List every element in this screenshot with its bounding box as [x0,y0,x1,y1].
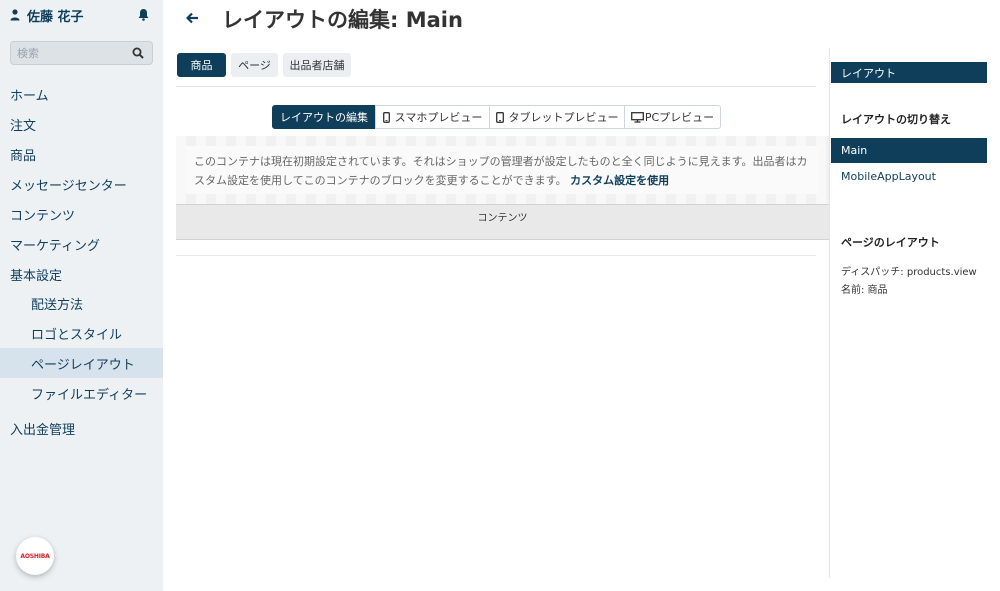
back-arrow-icon[interactable] [186,11,200,25]
phone-preview-button[interactable]: スマホプレビュー [375,105,490,129]
sidebar-item-payouts[interactable]: 入出金管理 [0,413,163,443]
user-menu[interactable]: 佐藤 花子 [10,6,153,25]
layout-switch-title: レイアウトの切り替え [841,113,951,126]
page-layout-title: ページのレイアウト [841,236,940,249]
dispatch-info: ディスパッチ: products.view [841,267,977,278]
sidebar-item-settings[interactable]: 基本設定 [0,259,163,289]
phone-preview-label: スマホプレビュー [394,111,483,124]
sidebar-item-products[interactable]: 商品 [0,139,163,169]
search-input[interactable] [17,46,127,60]
divider [176,86,816,87]
sidebar-item-content[interactable]: コンテンツ [0,199,163,229]
sidebar-item-file-editor[interactable]: ファイルエディター [0,378,163,408]
edit-layout-label: レイアウトの編集 [280,111,368,124]
tablet-preview-label: タブレットプレビュー [508,111,619,124]
container-label: コンテンツ [477,213,528,224]
tab-products[interactable]: 商品 [177,53,226,77]
divider [176,255,816,256]
layout-name-info: 名前: 商品 [841,285,888,296]
sidebar: 佐藤 花子 ホーム 注文 商品 メッセージセンター コンテンツ マーケティング … [0,0,163,591]
sidebar-item-page-layout[interactable]: ページレイアウト [0,348,163,378]
container-notice: このコンテナは現在初期設定されています。それはショップの管理者が設定したものと全… [186,146,819,194]
smartphone-icon [382,111,390,123]
tablet-preview-button[interactable]: タブレットプレビュー [489,105,625,129]
pc-preview-button[interactable]: PCプレビュー [624,105,721,129]
layout-option-main[interactable]: Main [831,138,987,163]
sidebar-item-logo-style[interactable]: ロゴとスタイル [0,318,163,348]
user-icon [10,9,20,21]
sidebar-item-orders[interactable]: 注文 [0,109,163,139]
brand-logo[interactable]: AOSHIBA [16,537,54,575]
desktop-icon [630,111,644,123]
right-panel-header: レイアウト [831,62,987,83]
user-name: 佐藤 花子 [27,9,84,25]
sidebar-item-marketing[interactable]: マーケティング [0,229,163,259]
notice-text: このコンテナは現在初期設定されています。それはショップの管理者が設定したものと全… [194,155,808,187]
right-panel-border [829,48,830,578]
page-title: レイアウトの編集: Main [222,8,463,32]
sidebar-item-shipping[interactable]: 配送方法 [0,288,163,318]
layout-option-mobile-app[interactable]: MobileAppLayout [831,164,987,189]
use-custom-settings-link[interactable]: カスタム設定を使用 [570,174,669,187]
edit-layout-button[interactable]: レイアウトの編集 [272,105,376,129]
sidebar-item-message-center[interactable]: メッセージセンター [0,169,163,199]
pc-preview-label: PCプレビュー [644,111,715,124]
search-box [10,41,153,65]
tab-vendor-store[interactable]: 出品者店舗 [283,53,351,77]
brand-logo-text: AOSHIBA [20,552,50,560]
tab-pages[interactable]: ページ [231,53,278,77]
bell-icon[interactable] [138,8,149,21]
content-container[interactable]: コンテンツ [176,204,829,240]
tablet-icon [495,111,504,123]
search-icon[interactable] [132,47,144,59]
sidebar-item-home[interactable]: ホーム [0,79,163,109]
